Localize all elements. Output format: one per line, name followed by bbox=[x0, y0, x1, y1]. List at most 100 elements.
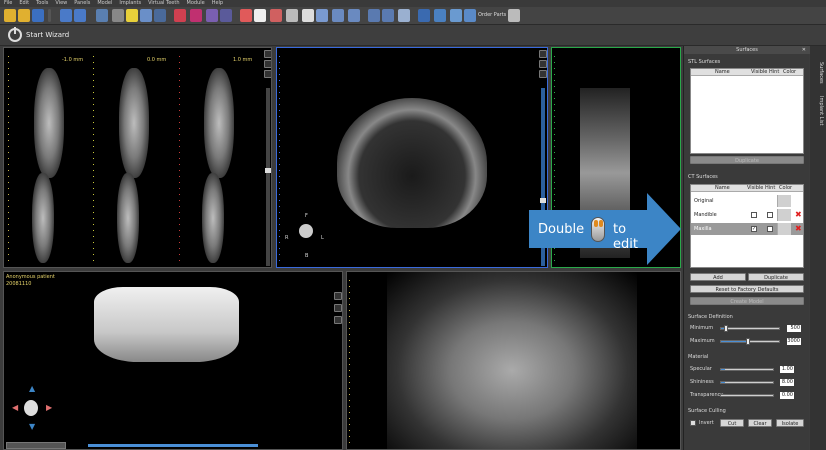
menu-edit[interactable]: Edit bbox=[19, 0, 29, 7]
tab-surfaces[interactable]: Surfaces bbox=[812, 62, 824, 84]
nerve-icon[interactable] bbox=[190, 9, 202, 22]
tooth-icon[interactable] bbox=[254, 9, 266, 22]
cross-section-viewport[interactable]: -1.0 mm 0.0 mm 1.0 mm bbox=[3, 47, 272, 268]
rotate-icon[interactable] bbox=[418, 9, 430, 22]
menu-tools[interactable]: Tools bbox=[36, 0, 48, 7]
add-button[interactable]: Add bbox=[690, 273, 746, 281]
view-option-button[interactable] bbox=[334, 292, 342, 300]
stl-surfaces-table[interactable]: Name Visible Hint Color bbox=[690, 68, 804, 154]
view-option-button-2[interactable] bbox=[334, 304, 342, 312]
menu-module[interactable]: Module bbox=[187, 0, 205, 7]
shininess-slider[interactable] bbox=[720, 381, 774, 384]
slice-slider-knob[interactable] bbox=[265, 168, 271, 173]
specular-value[interactable]: 1.00 bbox=[780, 366, 794, 373]
power-icon[interactable] bbox=[8, 27, 22, 42]
pointer-icon[interactable] bbox=[126, 9, 138, 22]
arc-icon[interactable] bbox=[398, 9, 410, 22]
ruler-icon[interactable] bbox=[368, 9, 380, 22]
3d-viewport[interactable]: Anonymous patient 20081110 ▲ ▼ ◀ ▶ bbox=[3, 271, 343, 450]
view-option-button[interactable] bbox=[264, 60, 271, 68]
arrow-left-icon[interactable]: ◀ bbox=[12, 403, 18, 412]
menu-implants[interactable]: Implants bbox=[119, 0, 141, 7]
axial-slider-knob[interactable] bbox=[540, 198, 546, 203]
view-option-button[interactable] bbox=[539, 60, 547, 68]
create-model-button[interactable]: Create Model bbox=[690, 297, 804, 305]
maximum-value[interactable]: 3000 bbox=[787, 338, 801, 345]
transparency-slider[interactable] bbox=[720, 394, 774, 397]
window-level-icon[interactable] bbox=[302, 9, 314, 22]
minimum-slider[interactable] bbox=[720, 327, 780, 330]
stl-duplicate-button[interactable]: Duplicate bbox=[690, 156, 804, 164]
shininess-value[interactable]: 8.00 bbox=[780, 379, 794, 386]
maximize-view-button[interactable] bbox=[264, 50, 271, 58]
menu-panels[interactable]: Panels bbox=[74, 0, 90, 7]
save-icon[interactable] bbox=[32, 9, 44, 22]
visible-checkbox[interactable] bbox=[751, 212, 757, 218]
zoom-tool-icon[interactable] bbox=[140, 9, 152, 22]
close-icon[interactable]: ✕ bbox=[802, 47, 806, 53]
ct-row-mandible[interactable]: Mandible ✖ bbox=[691, 209, 803, 221]
specular-slider[interactable] bbox=[720, 368, 774, 371]
transparency-value[interactable]: 0.00 bbox=[780, 392, 794, 399]
menu-help[interactable]: Help bbox=[212, 0, 223, 7]
fullscreen-icon[interactable] bbox=[508, 9, 520, 22]
crown-icon[interactable] bbox=[286, 9, 298, 22]
view-option-button-2[interactable] bbox=[264, 70, 271, 78]
color-swatch[interactable] bbox=[777, 209, 791, 221]
grid-icon[interactable] bbox=[154, 9, 166, 22]
view-option-button-2[interactable] bbox=[539, 70, 547, 78]
invert-checkbox[interactable] bbox=[690, 420, 696, 426]
maximum-slider-knob[interactable] bbox=[746, 338, 751, 345]
color-swatch[interactable] bbox=[777, 195, 791, 207]
menu-file[interactable]: File bbox=[4, 0, 12, 7]
isolate-button[interactable]: Isolate bbox=[776, 419, 804, 427]
slice-slider[interactable] bbox=[265, 88, 271, 266]
maximize-view-button[interactable] bbox=[539, 50, 547, 58]
ct-surfaces-table[interactable]: Name Visible Hint Color Original Mandibl… bbox=[690, 184, 804, 268]
dots-icon[interactable] bbox=[220, 9, 232, 22]
hint-checkbox[interactable] bbox=[767, 212, 773, 218]
visible-checkbox-checked[interactable]: ✓ bbox=[751, 226, 757, 232]
menu-virtual-teeth[interactable]: Virtual Teeth bbox=[148, 0, 179, 7]
minimum-value[interactable]: 500 bbox=[787, 325, 801, 332]
reset-view-icon[interactable] bbox=[434, 9, 446, 22]
delete-icon[interactable]: ✖ bbox=[795, 224, 802, 233]
implant-icon[interactable] bbox=[270, 9, 282, 22]
view-option-button-3[interactable] bbox=[334, 316, 342, 324]
axial-viewport[interactable]: F R L B bbox=[276, 47, 548, 268]
render-mode-select[interactable] bbox=[6, 442, 66, 449]
layout-icon[interactable] bbox=[96, 9, 108, 22]
draw-curve-icon[interactable] bbox=[174, 9, 186, 22]
ct-row-maxilla[interactable]: Maxilla ✓ ✖ bbox=[691, 223, 803, 235]
brightness-icon[interactable] bbox=[316, 9, 328, 22]
reset-defaults-button[interactable]: Reset to Factory Defaults bbox=[690, 285, 804, 293]
ct-row-original[interactable]: Original bbox=[691, 195, 803, 207]
open-folder-icon[interactable] bbox=[4, 9, 16, 22]
undo-icon[interactable] bbox=[60, 9, 72, 22]
measure-icon[interactable] bbox=[240, 9, 252, 22]
pan-icon[interactable] bbox=[348, 9, 360, 22]
menu-view[interactable]: View bbox=[55, 0, 67, 7]
color-swatch[interactable] bbox=[777, 223, 791, 235]
start-wizard-button[interactable]: Start Wizard bbox=[26, 31, 69, 39]
arrow-up-icon[interactable]: ▲ bbox=[29, 384, 35, 393]
angle-icon[interactable] bbox=[382, 9, 394, 22]
opacity-slider[interactable] bbox=[88, 444, 258, 447]
cut-button[interactable]: Cut bbox=[720, 419, 744, 427]
order-parts-label[interactable]: Order Parts bbox=[478, 12, 506, 18]
arrow-down-icon[interactable]: ▼ bbox=[29, 422, 35, 431]
redo-icon[interactable] bbox=[74, 9, 86, 22]
open-dropdown-icon[interactable] bbox=[18, 9, 30, 22]
magnify-icon[interactable] bbox=[332, 9, 344, 22]
points-icon[interactable] bbox=[206, 9, 218, 22]
delete-icon[interactable]: ✖ bbox=[795, 210, 802, 219]
arrow-right-icon[interactable]: ▶ bbox=[46, 403, 52, 412]
list-icon[interactable] bbox=[112, 9, 124, 22]
tab-implant-list[interactable]: Implant List bbox=[812, 96, 824, 125]
ct-duplicate-button[interactable]: Duplicate bbox=[748, 273, 804, 281]
hint-checkbox[interactable] bbox=[767, 226, 773, 232]
cart-icon[interactable] bbox=[464, 9, 476, 22]
export-icon[interactable] bbox=[450, 9, 462, 22]
menu-model[interactable]: Model bbox=[97, 0, 112, 7]
minimum-slider-knob[interactable] bbox=[724, 325, 728, 332]
